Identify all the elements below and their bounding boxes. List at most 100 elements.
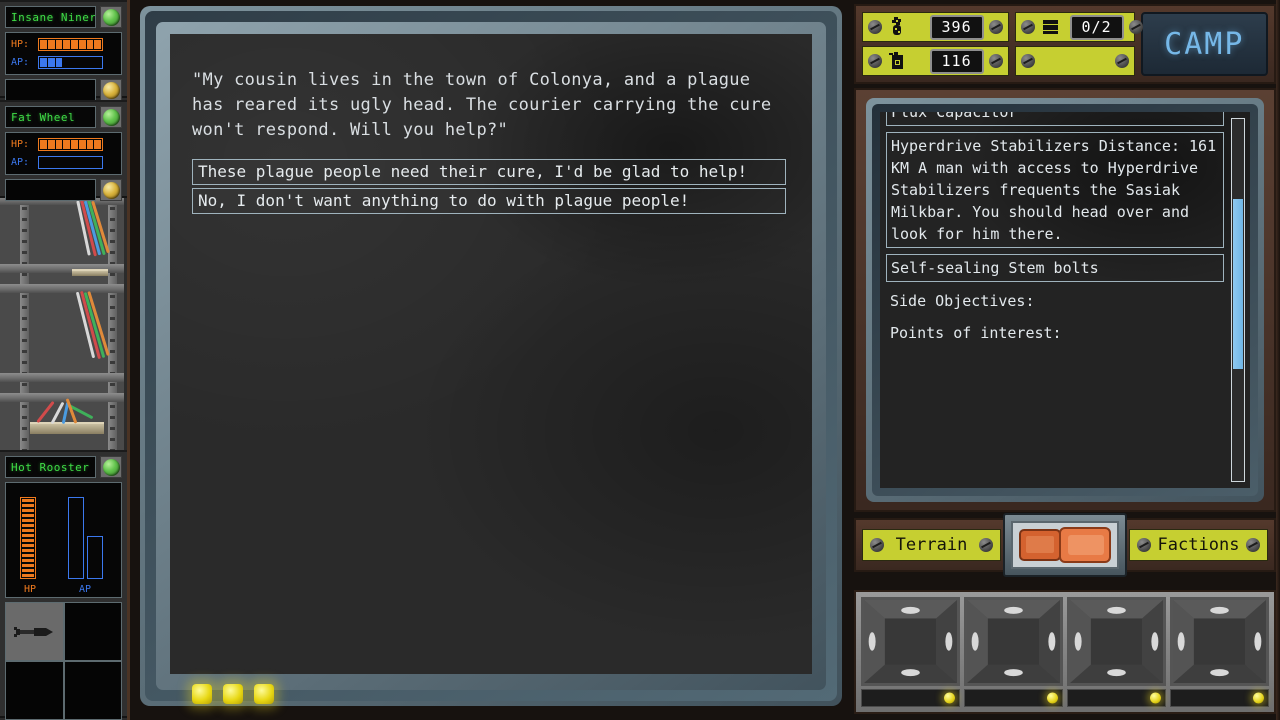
gold-coin-icon[interactable]: [100, 179, 122, 201]
character-name: Hot Rooster: [5, 456, 96, 478]
resource-hud: 396 116 0/2 CAMP: [854, 4, 1276, 84]
equipment-slot[interactable]: [5, 179, 96, 201]
hp-label: HP:: [11, 139, 30, 150]
fuel-value: 116: [929, 48, 984, 74]
character-panel-insane-niner[interactable]: Insane Niner HP: AP:: [0, 0, 127, 101]
right-panel: 396 116 0/2 CAMP Flux Capacitor Hyperdri…: [850, 0, 1280, 720]
cargo-crate-icon: [1042, 20, 1058, 34]
camp-button[interactable]: CAMP: [1140, 12, 1268, 76]
dialogue-panel: "My cousin lives in the town of Colonya,…: [140, 6, 842, 706]
money-value: 396: [929, 14, 984, 40]
dialogue-option-decline[interactable]: No, I don't want anything to do with pla…: [192, 188, 786, 214]
yellow-led-icon: [1150, 692, 1161, 704]
character-name: Insane Niner: [5, 6, 96, 28]
empty-crate-icon[interactable]: [1170, 597, 1269, 686]
vehicle-button-inner: [1011, 521, 1119, 569]
quest-entry-clipped[interactable]: Flux Capacitor: [886, 112, 1224, 126]
equipment-status-bar: [1170, 689, 1269, 707]
bolt-icon: [1246, 538, 1260, 552]
cargo-readout[interactable]: 0/2: [1014, 12, 1143, 42]
empty-crate-icon[interactable]: [861, 597, 960, 686]
quest-bezel-outer: Flux Capacitor Hyperdrive Stabilizers Di…: [866, 98, 1264, 502]
party-sidebar: Insane Niner HP: AP: Fat Wheel HP: AP: H…: [0, 0, 130, 720]
bolt-icon: [979, 538, 993, 552]
money-pouch-icon: [892, 17, 901, 35]
character-inventory-grid: [5, 602, 122, 720]
inventory-slot[interactable]: [6, 662, 63, 719]
bolt-icon: [1020, 20, 1035, 34]
hud-column-left: 396 116: [862, 12, 1009, 76]
ap-row: AP:: [11, 55, 116, 70]
vehicle-truck-icon: [1019, 527, 1111, 563]
bolt-icon: [988, 54, 1003, 68]
equipment-slot-3[interactable]: [1067, 597, 1166, 707]
dialogue-options-list: These plague people need their cure, I'd…: [192, 159, 786, 217]
ap-vertical-bar-primary: [68, 497, 84, 579]
equipment-slot-1[interactable]: [861, 597, 960, 707]
quest-entry-active[interactable]: Hyperdrive Stabilizers Distance: 161 KM …: [886, 132, 1224, 248]
hud-column-mid: 0/2: [1014, 12, 1143, 76]
inventory-slot[interactable]: [64, 662, 121, 719]
bolt-icon: [988, 20, 1003, 34]
green-indicator-icon[interactable]: [100, 456, 122, 478]
hp-bar: [38, 38, 103, 51]
equipment-slot-bar: [854, 590, 1276, 714]
fuel-readout[interactable]: 116: [862, 46, 1009, 76]
inventory-slot[interactable]: [6, 603, 63, 660]
tab-terrain[interactable]: Terrain: [862, 529, 1001, 561]
dialogue-body-text: "My cousin lives in the town of Colonya,…: [192, 70, 772, 140]
equipment-slot[interactable]: [5, 79, 96, 101]
green-indicator-icon[interactable]: [100, 106, 122, 128]
indicator-light: [223, 684, 243, 704]
ap-row: AP:: [11, 155, 116, 170]
hp-row: HP:: [11, 137, 116, 152]
green-indicator-icon[interactable]: [100, 6, 122, 28]
hp-vertical-bar: [20, 497, 36, 579]
hp-bar: [38, 138, 103, 151]
character-stats: HP: AP:: [5, 32, 122, 75]
equipment-slot-2[interactable]: [964, 597, 1063, 707]
bolt-icon: [868, 54, 882, 68]
right-edge-trim: [1276, 0, 1280, 720]
dialogue-screen: "My cousin lives in the town of Colonya,…: [170, 34, 812, 674]
hp-vertical-group: [20, 497, 36, 579]
ap-label: AP:: [11, 157, 30, 168]
character-vertical-stats: HP AP: [5, 482, 122, 598]
hp-vertical-label: HP: [23, 584, 37, 595]
empty-readout[interactable]: [1014, 46, 1135, 76]
gold-coin-icon[interactable]: [100, 79, 122, 101]
hp-label: HP:: [11, 39, 30, 50]
empty-crate-icon[interactable]: [964, 597, 1063, 686]
equipment-status-bar: [964, 689, 1063, 707]
equipment-slot-4[interactable]: [1170, 597, 1269, 707]
map-tab-bar: Terrain Factions: [854, 513, 1276, 577]
character-panel-fat-wheel[interactable]: Fat Wheel HP: AP:: [0, 100, 127, 201]
character-equipment-row: [5, 79, 122, 101]
character-name: Fat Wheel: [5, 106, 96, 128]
side-objectives-header: Side Objectives:: [890, 292, 1035, 310]
ap-bar: [38, 56, 103, 69]
equipment-status-bar: [1067, 689, 1166, 707]
character-panel-hot-rooster[interactable]: Hot Rooster HP AP: [0, 450, 127, 720]
vehicle-button[interactable]: [1003, 513, 1127, 577]
quest-scrollbar-thumb[interactable]: [1233, 198, 1243, 369]
bolt-icon: [1020, 54, 1035, 68]
quest-entries: Flux Capacitor Hyperdrive Stabilizers Di…: [886, 112, 1224, 352]
dialogue-option-accept[interactable]: These plague people need their cure, I'd…: [192, 159, 786, 185]
money-readout[interactable]: 396: [862, 12, 1009, 42]
quest-scrollbar[interactable]: [1231, 118, 1245, 482]
ap-vertical-group: [68, 497, 103, 579]
character-header: Insane Niner: [5, 6, 122, 28]
fuel-can-icon: [889, 52, 903, 69]
inventory-slot[interactable]: [64, 603, 121, 660]
indicator-light: [192, 684, 212, 704]
dialogue-indicator-lights: [192, 684, 274, 704]
character-header: Hot Rooster: [5, 456, 122, 478]
wrench-tool-icon: [14, 626, 54, 637]
quest-entry[interactable]: Self-sealing Stem bolts: [886, 254, 1224, 282]
bolt-icon: [1137, 538, 1151, 552]
bolt-icon: [1128, 20, 1143, 34]
indicator-light: [254, 684, 274, 704]
tab-factions[interactable]: Factions: [1129, 529, 1268, 561]
empty-crate-icon[interactable]: [1067, 597, 1166, 686]
